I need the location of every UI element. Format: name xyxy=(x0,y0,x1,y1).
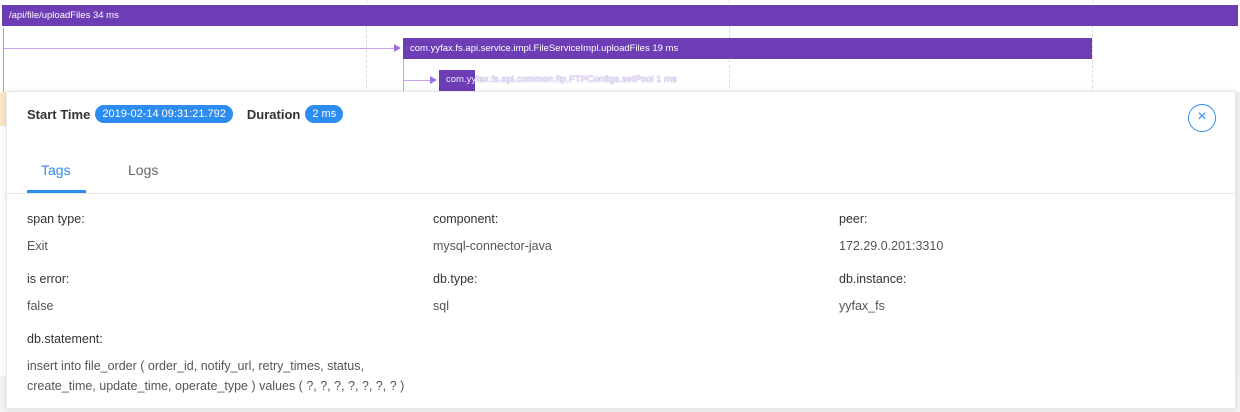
span-bar-root[interactable]: /api/file/uploadFiles 34 ms xyxy=(2,5,1238,26)
detail-tabs: Tags Logs xyxy=(7,142,1235,194)
tag-span-type: span type: Exit xyxy=(27,210,427,255)
tag-key: component: xyxy=(433,212,499,226)
span-tree-line xyxy=(403,59,404,92)
tag-key: span type: xyxy=(27,212,85,226)
tag-value: insert into file_order ( order_id, notif… xyxy=(27,359,405,393)
span-connector xyxy=(403,80,431,81)
arrow-right-icon xyxy=(394,44,401,52)
tag-component: component: mysql-connector-java xyxy=(433,210,833,255)
tag-key: db.type: xyxy=(433,272,478,286)
span-bar-child[interactable]: com.yyfax.fs.api.service.impl.FileServic… xyxy=(403,38,1092,59)
span-connector xyxy=(3,48,395,49)
tag-value: false xyxy=(27,299,54,313)
tab-logs[interactable]: Logs xyxy=(128,162,158,178)
start-time-badge: 2019-02-14 09:31:21.792 xyxy=(95,105,233,123)
tag-value: yyfax_fs xyxy=(839,299,885,313)
tab-tags[interactable]: Tags xyxy=(41,162,71,178)
tag-key: db.instance: xyxy=(839,272,907,286)
close-icon[interactable]: × xyxy=(1188,104,1216,132)
tag-value: 172.29.0.201:3310 xyxy=(839,239,944,253)
span-summary: Start Time 2019-02-14 09:31:21.792 Durat… xyxy=(27,104,357,124)
span-tree-line xyxy=(3,28,4,92)
tag-value: Exit xyxy=(27,239,48,253)
span-detail-panel: Start Time 2019-02-14 09:31:21.792 Durat… xyxy=(6,91,1236,409)
tag-peer: peer: 172.29.0.201:3310 xyxy=(839,210,1239,255)
arrow-right-icon xyxy=(430,76,437,84)
tag-key: is error: xyxy=(27,272,70,286)
tag-key: peer: xyxy=(839,212,868,226)
span-label-grandchild: com.yyfax.fs.api.common.ftp.FTPConfigs.s… xyxy=(446,74,677,85)
tag-value: sql xyxy=(433,299,449,313)
tag-db-type: db.type: sql xyxy=(433,270,833,315)
tag-db-instance: db.instance: yyfax_fs xyxy=(839,270,1239,315)
start-time-label: Start Time xyxy=(27,106,91,122)
tab-active-indicator xyxy=(27,190,86,193)
duration-badge: 2 ms xyxy=(305,105,344,123)
tag-is-error: is error: false xyxy=(27,270,427,315)
tag-db-statement: db.statement: insert into file_order ( o… xyxy=(27,330,427,396)
tag-value: mysql-connector-java xyxy=(433,239,552,253)
tag-key: db.statement: xyxy=(27,332,103,346)
duration-label: Duration xyxy=(246,106,301,122)
